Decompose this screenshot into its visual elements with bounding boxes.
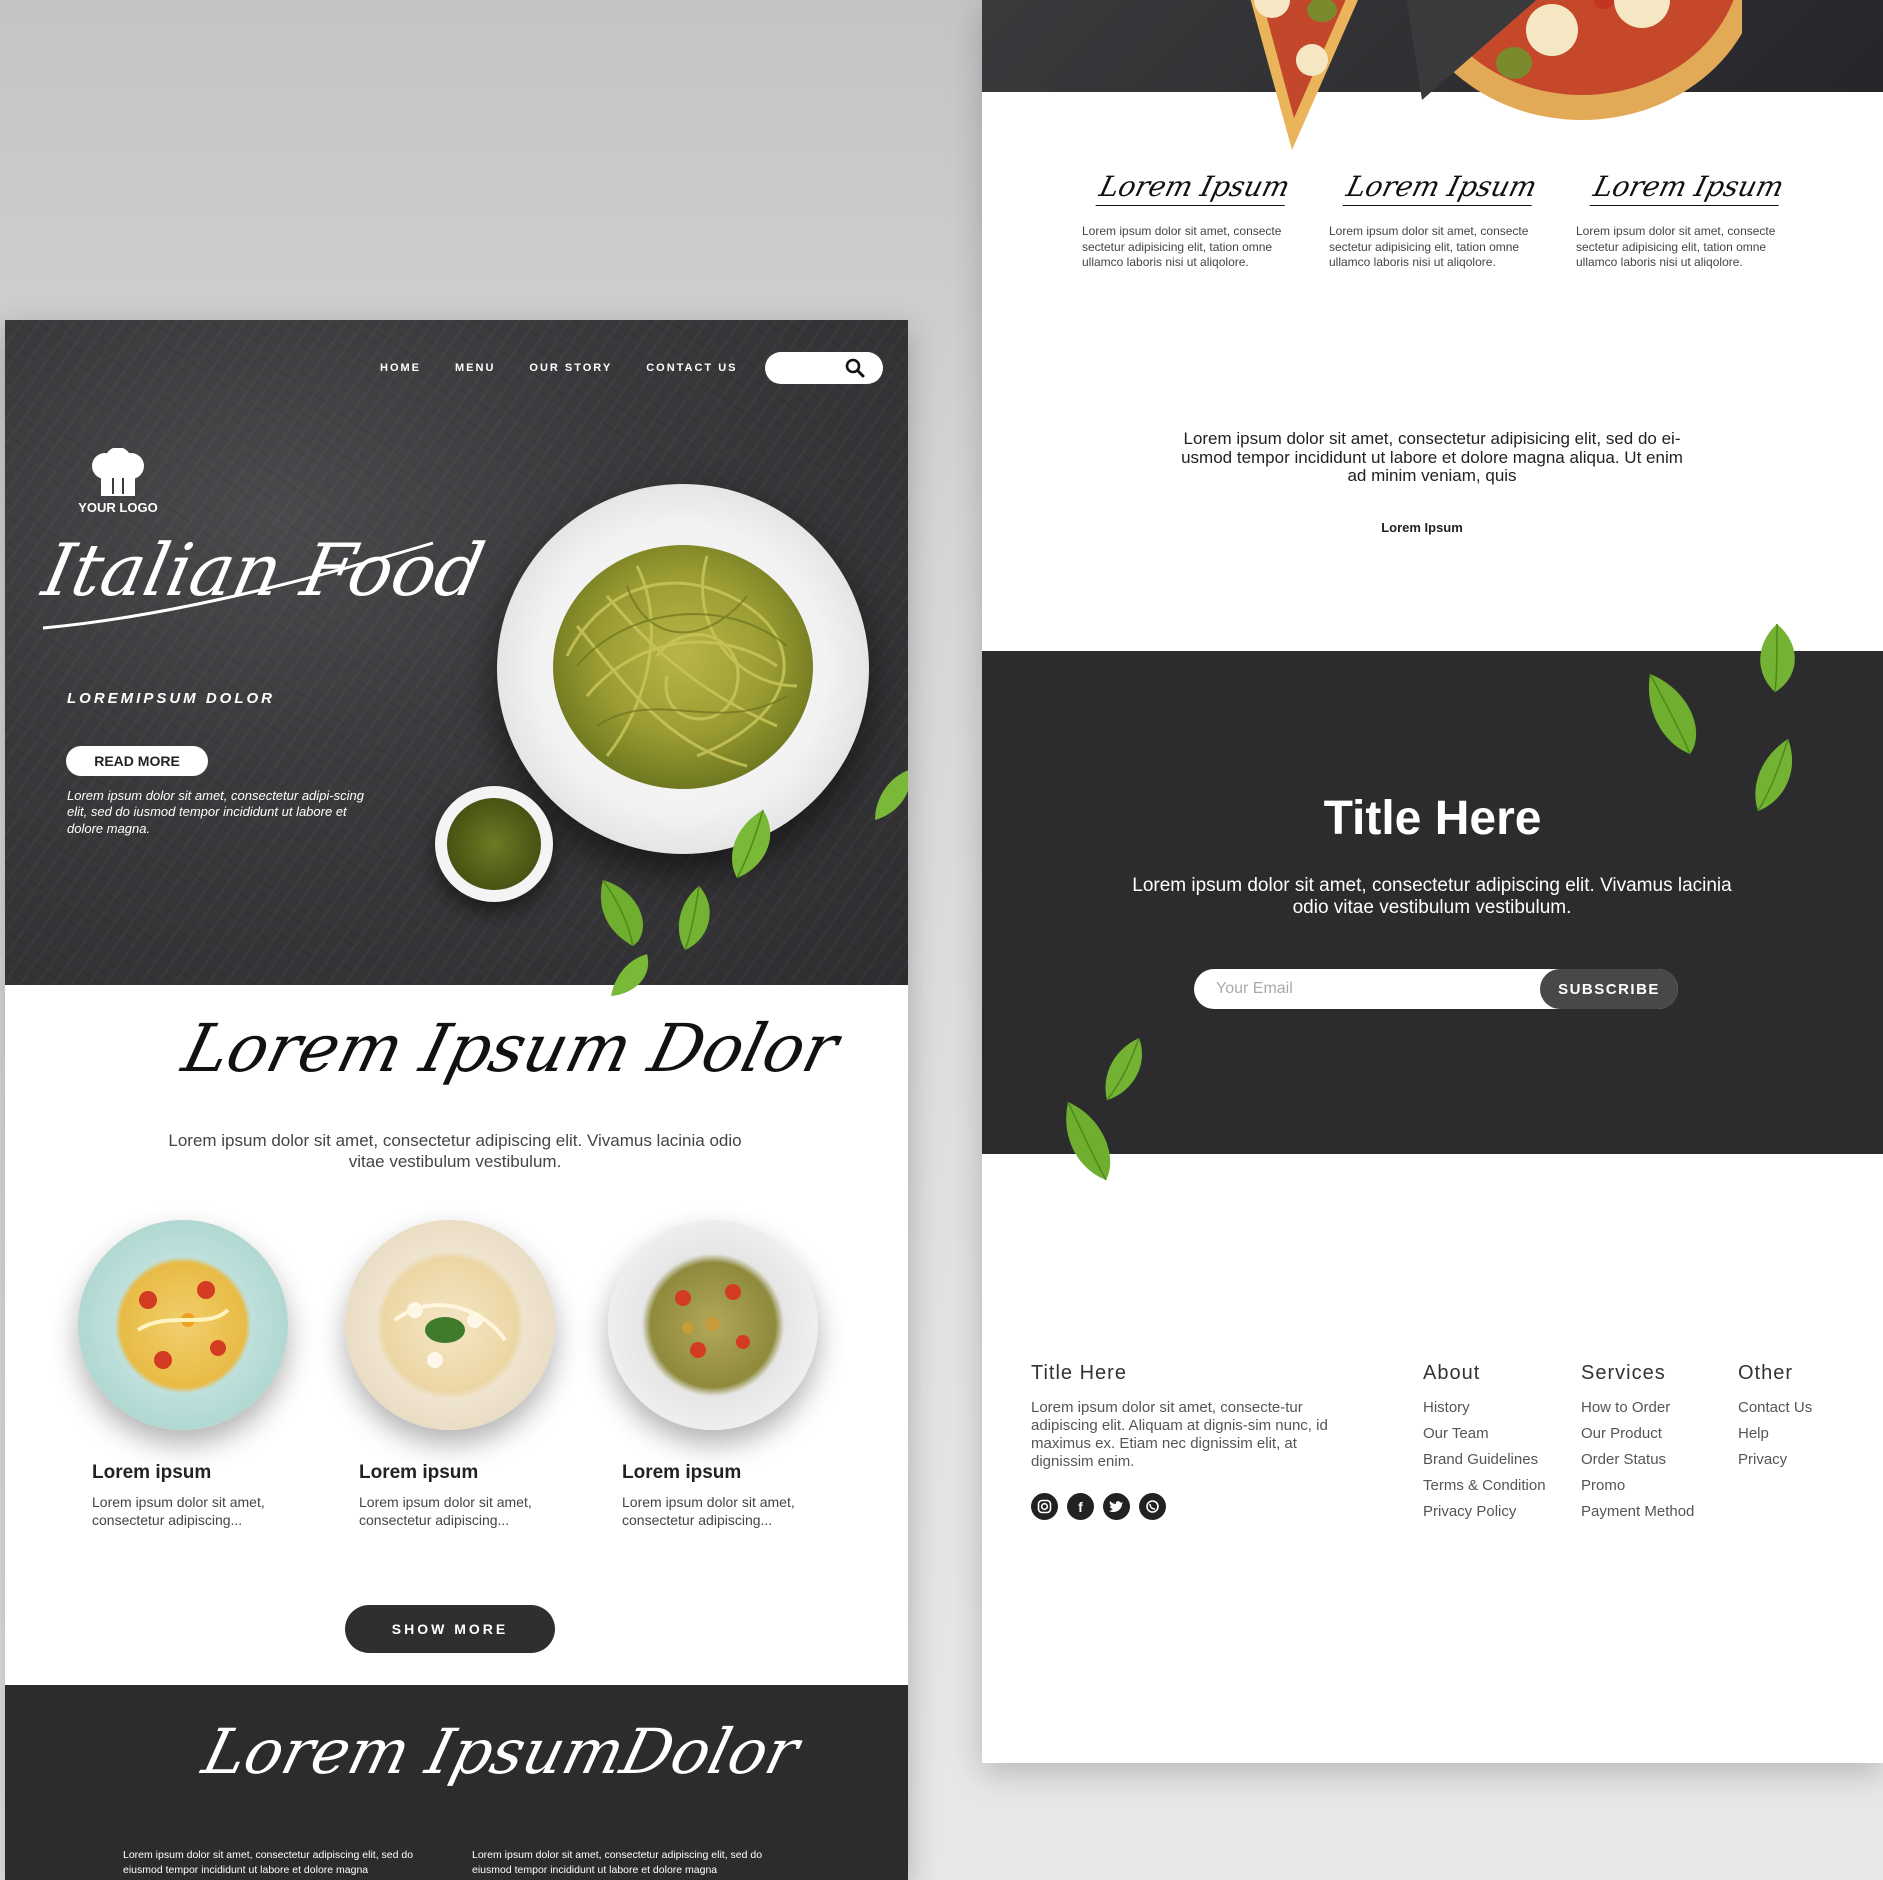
- footer-about-heading: About: [1423, 1362, 1481, 1384]
- feature-card: Lorem Ipsum Lorem ipsum dolor sit amet, …: [1082, 170, 1302, 271]
- landing-page-left: HOME MENU OUR STORY CONTACT US YOUR LOGO: [5, 320, 908, 1880]
- nav-menu[interactable]: MENU: [455, 362, 495, 374]
- pizza-image: [1406, 0, 1742, 120]
- bottom-text-col-2: Lorem ipsum dolor sit amet, consectetur …: [472, 1849, 763, 1877]
- footer-text: Lorem ipsum dolor sit amet, consecte-tur…: [1031, 1399, 1328, 1470]
- show-more-button[interactable]: SHOW MORE: [345, 1605, 555, 1653]
- dish-image: [345, 1220, 555, 1430]
- dish-name: Lorem ipsum: [622, 1462, 742, 1483]
- feature-title: Lorem Ipsum: [1095, 170, 1294, 206]
- dish-image: [608, 1220, 818, 1430]
- testimonial-quote: Lorem ipsum dolor sit amet, consectetur …: [1181, 429, 1683, 486]
- search-icon[interactable]: [845, 358, 865, 378]
- newsletter-form: SUBSCRIBE: [1194, 969, 1678, 1009]
- chef-hat-icon: [92, 448, 144, 496]
- basil-leaf-icon: [600, 879, 643, 947]
- feature-description: Lorem ipsum dolor sit amet, consecte sec…: [1082, 224, 1282, 270]
- feature-description: Lorem ipsum dolor sit amet, consecte sec…: [1576, 224, 1776, 270]
- feature-card: Lorem Ipsum Lorem ipsum dolor sit amet, …: [1576, 170, 1796, 271]
- dish-name: Lorem ipsum: [359, 1462, 479, 1483]
- bottom-section: Lorem IpsumDolor Lorem ipsum dolor sit a…: [5, 1685, 908, 1880]
- basil-leaf-icon: [875, 770, 908, 820]
- footer-title: Title Here: [1031, 1362, 1127, 1384]
- nav-contact-us[interactable]: CONTACT US: [646, 362, 737, 374]
- hero-title: Italian Food: [36, 528, 492, 612]
- footer-services: Services How to Order Our Product Order …: [1581, 1362, 1694, 1529]
- dish-name: Lorem ipsum: [92, 1462, 212, 1483]
- logo[interactable]: YOUR LOGO: [68, 448, 168, 515]
- footer-link-payment-method[interactable]: Payment Method: [1581, 1503, 1694, 1520]
- whatsapp-icon[interactable]: [1139, 1493, 1166, 1520]
- footer-link-history[interactable]: History: [1423, 1399, 1546, 1416]
- dish-card[interactable]: Lorem ipsum Lorem ipsum dolor sit amet, …: [345, 1220, 555, 1528]
- basil-leaf-icon: [732, 809, 771, 879]
- dish-description: Lorem ipsum dolor sit amet, consectetur …: [622, 1494, 795, 1528]
- read-more-button[interactable]: READ MORE: [66, 746, 208, 776]
- instagram-icon[interactable]: [1031, 1493, 1058, 1520]
- feature-description: Lorem ipsum dolor sit amet, consecte sec…: [1329, 224, 1529, 270]
- dish-description: Lorem ipsum dolor sit amet, consectetur …: [359, 1494, 532, 1528]
- footer-other-heading: Other: [1738, 1362, 1794, 1384]
- footer-link-privacy-policy[interactable]: Privacy Policy: [1423, 1503, 1546, 1520]
- footer-about: About History Our Team Brand Guidelines …: [1423, 1362, 1546, 1529]
- bottom-title: Lorem IpsumDolor: [195, 1715, 806, 1788]
- dish-card[interactable]: Lorem ipsum Lorem ipsum dolor sit amet, …: [608, 1220, 818, 1528]
- logo-text: YOUR LOGO: [78, 500, 158, 515]
- basil-leaf-icon: [1105, 1037, 1143, 1101]
- footer-brand: Title Here Lorem ipsum dolor sit amet, c…: [1031, 1362, 1331, 1520]
- newsletter-description: Lorem ipsum dolor sit amet, consectetur …: [1132, 875, 1732, 918]
- twitter-icon[interactable]: [1103, 1493, 1130, 1520]
- basil-leaf-icon: [1648, 673, 1697, 755]
- facebook-icon[interactable]: f: [1067, 1493, 1094, 1520]
- pesto-pasta-plate: [497, 484, 869, 854]
- social-links: f: [1031, 1493, 1331, 1520]
- main-nav: HOME MENU OUR STORY CONTACT US: [380, 362, 737, 374]
- dish-description: Lorem ipsum dolor sit amet, consectetur …: [92, 1494, 265, 1528]
- footer-link-contact-us[interactable]: Contact Us: [1738, 1399, 1812, 1416]
- footer-link-our-product[interactable]: Our Product: [1581, 1425, 1694, 1442]
- footer-link-our-team[interactable]: Our Team: [1423, 1425, 1546, 1442]
- footer-link-how-to-order[interactable]: How to Order: [1581, 1399, 1694, 1416]
- pesto-bowl: [435, 786, 553, 902]
- footer-services-heading: Services: [1581, 1362, 1666, 1384]
- dish-image: [78, 1220, 288, 1430]
- dish-card[interactable]: Lorem ipsum Lorem ipsum dolor sit amet, …: [78, 1220, 288, 1528]
- pizza-slice-image: [1250, 0, 1358, 150]
- testimonial-author: Lorem Ipsum: [1381, 520, 1463, 535]
- hero-description: Lorem ipsum dolor sit amet, consectetur …: [67, 788, 364, 836]
- search-input[interactable]: [765, 352, 883, 384]
- footer-link-terms[interactable]: Terms & Condition: [1423, 1477, 1546, 1494]
- footer-link-promo[interactable]: Promo: [1581, 1477, 1694, 1494]
- footer-other: Other Contact Us Help Privacy: [1738, 1362, 1812, 1477]
- basil-leaf-icon: [1755, 738, 1793, 812]
- nav-home[interactable]: HOME: [380, 362, 421, 374]
- footer-link-help[interactable]: Help: [1738, 1425, 1812, 1442]
- footer-link-privacy[interactable]: Privacy: [1738, 1451, 1812, 1468]
- landing-page-right: Lorem Ipsum Lorem ipsum dolor sit amet, …: [982, 0, 1883, 1763]
- hero-subtitle: LOREMIPSUM DOLOR: [67, 690, 275, 707]
- pesto-pasta-image: [553, 545, 813, 789]
- hero-section: HOME MENU OUR STORY CONTACT US YOUR LOGO: [5, 320, 908, 985]
- footer-link-order-status[interactable]: Order Status: [1581, 1451, 1694, 1468]
- basil-leaf-icon: [1066, 1101, 1111, 1181]
- subscribe-button[interactable]: SUBSCRIBE: [1540, 969, 1678, 1009]
- nav-our-story[interactable]: OUR STORY: [529, 362, 612, 374]
- section-title: Lorem Ipsum Dolor: [175, 1010, 846, 1087]
- email-field[interactable]: [1194, 969, 1534, 1009]
- basil-leaf-icon: [611, 954, 649, 996]
- footer-link-brand-guidelines[interactable]: Brand Guidelines: [1423, 1451, 1546, 1468]
- bottom-text-col-1: Lorem ipsum dolor sit amet, consectetur …: [123, 1849, 414, 1877]
- basil-leaf-icon: [678, 885, 710, 951]
- section-description: Lorem ipsum dolor sit amet, consectetur …: [168, 1131, 742, 1172]
- basil-leaf-icon: [1760, 623, 1795, 693]
- feature-title: Lorem Ipsum: [1589, 170, 1788, 206]
- feature-card: Lorem Ipsum Lorem ipsum dolor sit amet, …: [1329, 170, 1549, 271]
- feature-title: Lorem Ipsum: [1342, 170, 1541, 206]
